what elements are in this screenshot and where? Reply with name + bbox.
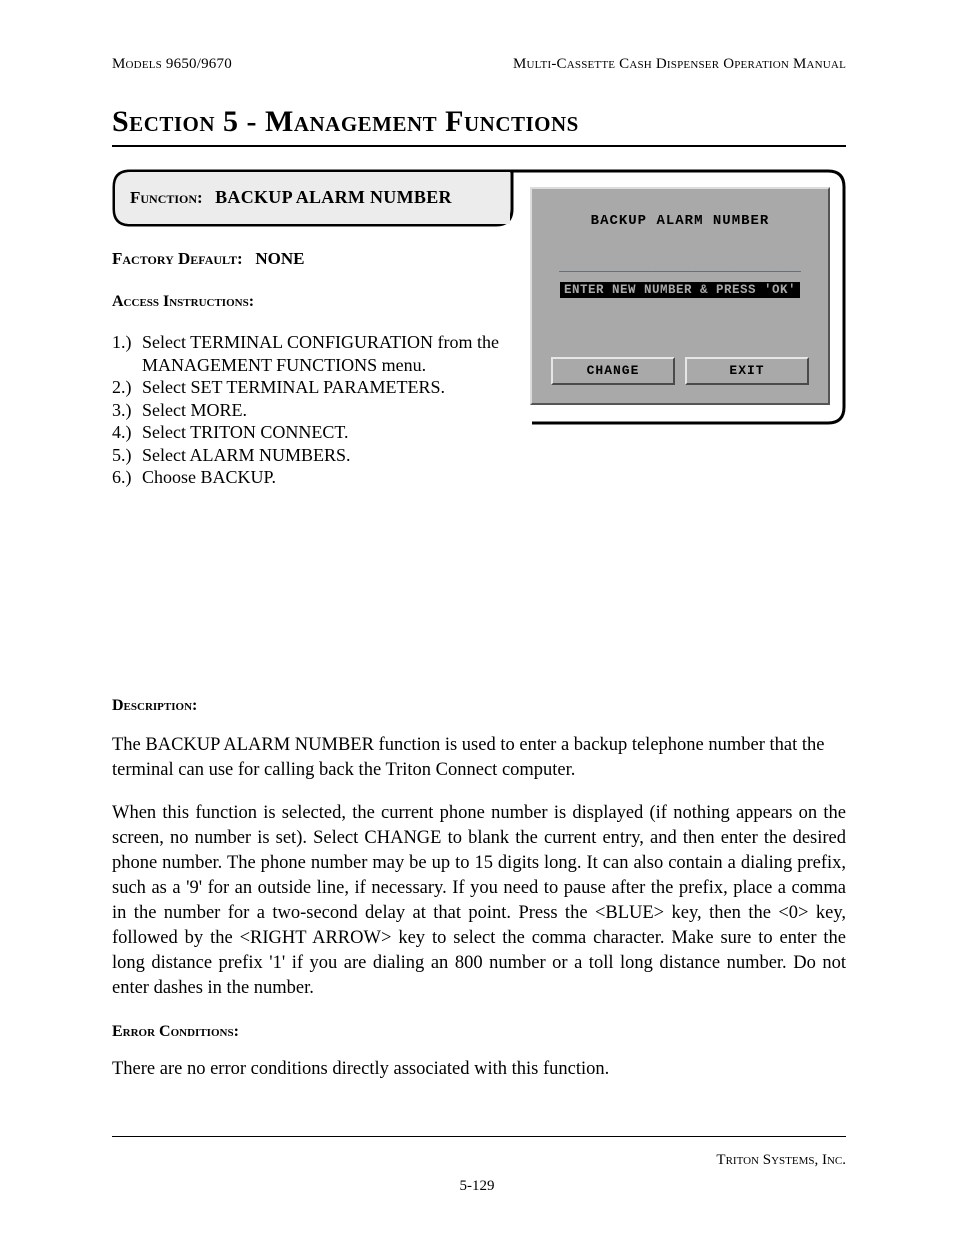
error-conditions-label: Error Conditions: — [112, 1023, 846, 1041]
body: Description: The BACKUP ALARM NUMBER fun… — [112, 697, 846, 1082]
page: Models 9650/9670 Multi-Cassette Cash Dis… — [0, 0, 954, 1235]
description-para-1: The BACKUP ALARM NUMBER function is used… — [112, 733, 846, 783]
description-para-2: When this function is selected, the curr… — [112, 801, 846, 1001]
section-title: Section 5 - Management Functions — [112, 105, 846, 139]
function-name: BACKUP ALARM NUMBER — [215, 187, 452, 207]
header-right: Multi-Cassette Cash Dispenser Operation … — [513, 56, 846, 73]
error-conditions-text: There are no error conditions directly a… — [112, 1057, 846, 1082]
step-5: 5.)Select ALARM NUMBERS. — [112, 444, 522, 467]
factory-default-label: Factory Default: — [112, 249, 243, 268]
step-2-text: Select SET TERMINAL PARAMETERS. — [142, 376, 522, 399]
function-tab: Function: BACKUP ALARM NUMBER — [112, 169, 512, 225]
footer-rule — [112, 1136, 846, 1137]
function-label: Function: — [130, 188, 203, 207]
step-4-text: Select TRITON CONNECT. — [142, 421, 522, 444]
description-label: Description: — [112, 697, 846, 715]
screen-prompt: ENTER NEW NUMBER & PRESS 'OK' — [560, 282, 800, 298]
step-4: 4.)Select TRITON CONNECT. — [112, 421, 522, 444]
step-2: 2.)Select SET TERMINAL PARAMETERS. — [112, 376, 522, 399]
change-button[interactable]: CHANGE — [551, 357, 675, 385]
step-6: 6.)Choose BACKUP. — [112, 466, 522, 489]
screen-buttons: CHANGE EXIT — [532, 357, 828, 385]
factory-default-value: NONE — [255, 249, 304, 268]
access-instructions-label: Access Instructions: — [112, 293, 522, 311]
access-steps: 1.)Select TERMINAL CONFIGURATION from th… — [112, 331, 522, 489]
page-header: Models 9650/9670 Multi-Cassette Cash Dis… — [112, 56, 846, 73]
step-5-text: Select ALARM NUMBERS. — [142, 444, 522, 467]
footer-company: Triton Systems, Inc. — [716, 1152, 846, 1169]
step-3: 3.)Select MORE. — [112, 399, 522, 422]
left-column: Factory Default: NONE Access Instruction… — [112, 249, 522, 489]
step-1: 1.)Select TERMINAL CONFIGURATION from th… — [112, 331, 522, 376]
step-1-text: Select TERMINAL CONFIGURATION from the M… — [142, 331, 522, 376]
screen-title: BACKUP ALARM NUMBER — [532, 213, 828, 229]
title-rule — [112, 145, 846, 147]
function-panel: Function: BACKUP ALARM NUMBER BACKUP ALA… — [112, 169, 846, 425]
header-left: Models 9650/9670 — [112, 56, 232, 73]
exit-button[interactable]: EXIT — [685, 357, 809, 385]
terminal-screen: BACKUP ALARM NUMBER ____________________… — [530, 187, 830, 405]
step-6-text: Choose BACKUP. — [142, 466, 522, 489]
factory-default: Factory Default: NONE — [112, 249, 522, 269]
step-3-text: Select MORE. — [142, 399, 522, 422]
footer-page-number: 5-129 — [0, 1178, 954, 1195]
screen-input-line: _______________________________ — [532, 259, 828, 274]
